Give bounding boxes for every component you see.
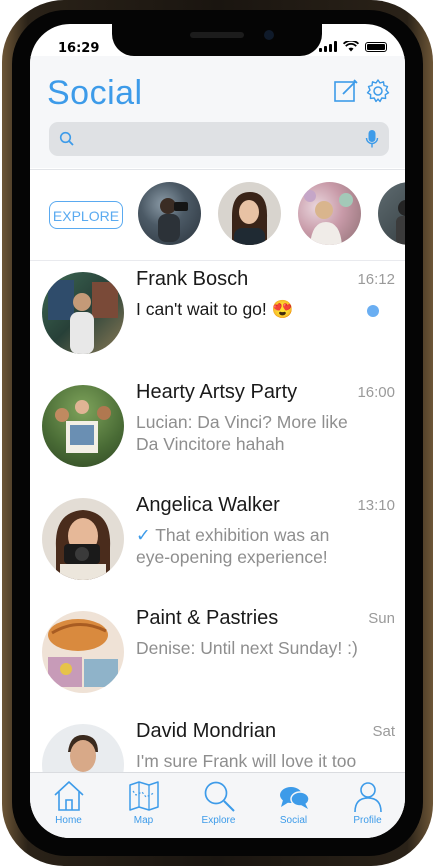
- read-check-icon: ✓: [136, 525, 151, 545]
- avatar: [42, 385, 124, 467]
- chat-name: Frank Bosch: [136, 268, 249, 290]
- app-screen: 16:29 Social EXPLORE Frank Bosch 16:12 I…: [30, 24, 405, 838]
- chat-name: David Mondrian: [136, 720, 277, 742]
- tab-label: Map: [133, 815, 154, 826]
- stories-row: EXPLORE: [30, 169, 405, 261]
- compose-icon[interactable]: [333, 78, 359, 104]
- profile-icon: [353, 782, 382, 813]
- story-avatar[interactable]: [218, 182, 281, 245]
- list-item[interactable]: Angelica Walker 13:10 ✓ That exhibition …: [30, 486, 405, 599]
- story-avatar[interactable]: [378, 182, 405, 245]
- chat-time: 13:10: [357, 497, 395, 514]
- tab-home[interactable]: Home: [31, 779, 106, 826]
- chat-name: Angelica Walker: [136, 494, 280, 516]
- tab-label: Explore: [201, 815, 236, 826]
- chat-preview-text: That exhibition was an eye-opening exper…: [136, 525, 330, 567]
- tab-bar: Home Map Explore Social Profile: [30, 772, 405, 838]
- chat-preview: I can't wait to go! 😍: [136, 299, 294, 319]
- list-item[interactable]: Paint & Pastries Sun Denise: Until next …: [30, 599, 405, 712]
- chat-time: Sun: [368, 610, 395, 627]
- tab-label: Home: [55, 815, 82, 826]
- story-avatar[interactable]: [298, 182, 361, 245]
- story-avatar[interactable]: [138, 182, 201, 245]
- tab-profile[interactable]: Profile: [330, 779, 405, 826]
- avatar: [42, 611, 124, 693]
- front-camera: [264, 30, 274, 40]
- list-item[interactable]: Frank Bosch 16:12 I can't wait to go! 😍: [30, 260, 405, 373]
- chat-preview: Denise: Until next Sunday! :): [136, 638, 358, 658]
- list-item[interactable]: Hearty Artsy Party 16:00 Lucian: Da Vinc…: [30, 373, 405, 486]
- chat-name: Hearty Artsy Party: [136, 381, 298, 403]
- header: Social: [30, 56, 405, 168]
- unread-indicator: [367, 305, 379, 317]
- map-icon: [128, 781, 159, 811]
- battery-icon: [365, 41, 387, 52]
- chat-time: 16:00: [357, 384, 395, 401]
- tab-label: Social: [279, 815, 308, 826]
- tab-map[interactable]: Map: [106, 779, 181, 826]
- explore-button[interactable]: EXPLORE: [49, 201, 123, 229]
- signal-icon: [319, 41, 337, 52]
- chat-time: 16:12: [357, 271, 395, 288]
- microphone-icon[interactable]: [365, 129, 379, 149]
- wifi-icon: [343, 41, 359, 52]
- speaker: [190, 32, 244, 38]
- avatar: [42, 272, 124, 354]
- status-icons: [319, 41, 387, 52]
- tab-explore[interactable]: Explore: [181, 779, 256, 826]
- page-title: Social: [47, 74, 143, 112]
- chat-time: Sat: [372, 723, 395, 740]
- search-input[interactable]: [85, 128, 359, 152]
- gear-icon[interactable]: [365, 78, 391, 104]
- home-icon: [53, 781, 84, 811]
- chat-preview: ✓ That exhibition was an eye-opening exp…: [136, 524, 368, 568]
- tab-social[interactable]: Social: [256, 779, 331, 826]
- chat-preview: I'm sure Frank will love it too: [136, 751, 357, 771]
- notch: [112, 24, 322, 56]
- chat-name: Paint & Pastries: [136, 607, 279, 629]
- tab-label: Profile: [353, 815, 382, 826]
- avatar: [42, 498, 124, 580]
- chat-preview: Lucian: Da Vinci? More like Da Vincitore…: [136, 412, 348, 454]
- status-time: 16:29: [58, 41, 100, 56]
- search-icon: [204, 781, 235, 812]
- search-icon: [59, 131, 74, 146]
- search-bar[interactable]: [49, 122, 389, 156]
- chat-bubbles-icon: [279, 787, 310, 809]
